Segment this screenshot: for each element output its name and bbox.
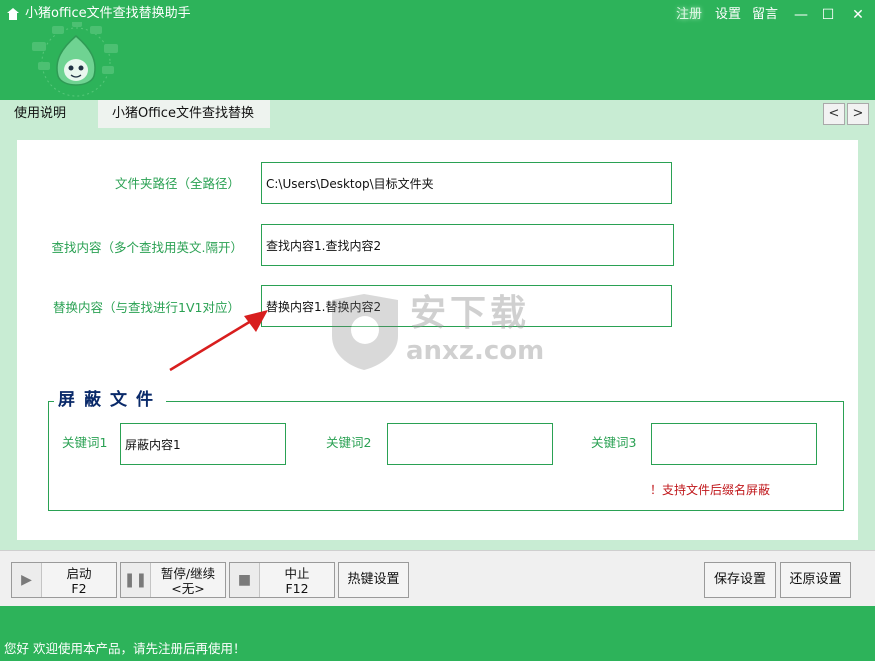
pause-resume-button[interactable]: ❚❚ 暂停/继续 <无> <box>120 562 226 598</box>
keyword3-input[interactable] <box>651 423 817 465</box>
pause-hotkey: <无> <box>171 581 205 596</box>
register-link[interactable]: 注册 <box>676 5 702 25</box>
close-button[interactable]: ✕ <box>845 3 871 27</box>
stop-hotkey: F12 <box>285 581 309 596</box>
stop-label: 中止 <box>284 566 310 581</box>
start-hotkey: F2 <box>71 581 87 596</box>
start-button[interactable]: ▶ 启动 F2 <box>11 562 117 598</box>
feedback-link[interactable]: 留言 <box>752 5 778 25</box>
maximize-button[interactable]: ☐ <box>815 3 841 27</box>
start-label: 启动 <box>66 566 92 581</box>
keyword2-input[interactable] <box>387 423 553 465</box>
save-settings-button[interactable]: 保存设置 <box>704 562 776 598</box>
watermark-url: anxz.com <box>406 336 545 366</box>
tab-prev-button[interactable]: < <box>823 103 845 125</box>
keyword1-input[interactable]: 屏蔽内容1 <box>120 423 286 465</box>
pause-button-label: 暂停/继续 <无> <box>151 566 225 596</box>
keyword1-label: 关键词1 <box>62 435 108 450</box>
keyword3-label: 关键词3 <box>591 435 637 450</box>
minimize-button[interactable]: — <box>788 3 814 27</box>
tab-next-button[interactable]: > <box>847 103 869 125</box>
folder-path-input[interactable]: C:\Users\Desktop\目标文件夹 <box>261 162 672 204</box>
status-message: 您好 欢迎使用本产品，请先注册后再使用！ <box>4 641 246 656</box>
mascot-logo-icon <box>32 22 118 97</box>
stop-button-label: 中止 F12 <box>260 566 334 596</box>
hotkey-settings-button[interactable]: 热键设置 <box>338 562 409 598</box>
replace-content-label: 替换内容（与查找进行1V1对应） <box>53 300 240 315</box>
play-icon: ▶ <box>12 563 42 597</box>
stop-icon: ■ <box>230 563 260 597</box>
start-button-label: 启动 F2 <box>42 566 116 596</box>
watermark-text: 安下载 <box>410 293 531 334</box>
app-logo-icon <box>7 8 19 20</box>
tab-main[interactable]: 小猪Office文件查找替换助手 <box>98 100 270 149</box>
find-content-input[interactable]: 查找内容1.查找内容2 <box>261 224 674 266</box>
settings-link[interactable]: 设置 <box>715 5 741 25</box>
tab-bar-filler <box>270 100 875 128</box>
shield-files-title: 屏蔽文件 <box>54 388 166 412</box>
find-content-label: 查找内容（多个查找用英文.隔开） <box>51 240 243 255</box>
keyword2-label: 关键词2 <box>326 435 372 450</box>
stop-button[interactable]: ■ 中止 F12 <box>229 562 335 598</box>
folder-path-label: 文件夹路径（全路径） <box>114 176 240 191</box>
pause-icon: ❚❚ <box>121 563 151 597</box>
suffix-shield-note: ！支持文件后缀名屏蔽 <box>650 483 771 497</box>
window-title: 小猪office文件查找替换助手 <box>25 6 191 21</box>
restore-settings-button[interactable]: 还原设置 <box>780 562 851 598</box>
tab-instructions[interactable]: 使用说明 <box>0 100 98 128</box>
pause-label: 暂停/继续 <box>160 566 216 581</box>
